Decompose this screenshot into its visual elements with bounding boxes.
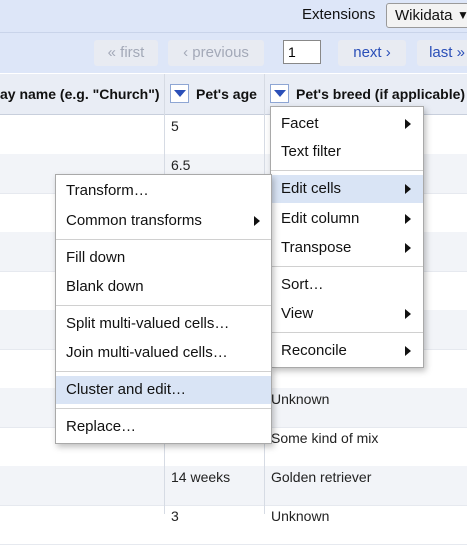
menu-item-transform[interactable]: Transform… <box>56 177 271 205</box>
extensions-label: Extensions <box>302 6 376 23</box>
menu-separator <box>271 266 423 267</box>
menu-item-view[interactable]: View <box>271 300 423 328</box>
menu-item-label: Text filter <box>281 143 342 160</box>
submenu-arrow-icon <box>405 243 411 253</box>
column-dropdown-button-age[interactable] <box>170 84 189 103</box>
age-cell: 14 weeks <box>171 469 231 485</box>
menu-item-label: Blank down <box>66 278 144 295</box>
column-header-pets-age: Pet's age <box>196 86 257 102</box>
edit-cells-submenu: Transform… Common transforms Fill down B… <box>55 174 272 444</box>
submenu-arrow-icon <box>405 309 411 319</box>
pager-bar: « first ‹ previous next › last » <box>0 33 467 73</box>
menu-item-label: Fill down <box>66 249 126 266</box>
previous-page-button[interactable]: ‹ previous <box>168 40 264 66</box>
menu-separator <box>56 239 271 240</box>
age-cell: 3 <box>171 508 179 524</box>
submenu-arrow-icon <box>254 216 260 226</box>
menu-item-cluster-and-edit[interactable]: Cluster and edit… <box>56 376 271 404</box>
breed-cell: Golden retriever <box>271 469 372 485</box>
menu-item-label: Transform… <box>66 182 149 199</box>
menu-item-facet[interactable]: Facet <box>271 110 423 138</box>
submenu-arrow-icon <box>405 184 411 194</box>
wikidata-label: Wikidata <box>395 7 453 24</box>
last-page-button[interactable]: last » <box>417 40 467 66</box>
menu-item-label: Transpose <box>281 239 352 256</box>
breed-cell: Unknown <box>271 508 330 524</box>
menu-item-label: View <box>281 305 314 322</box>
menu-item-blank-down[interactable]: Blank down <box>56 273 271 301</box>
menu-item-text-filter[interactable]: Text filter <box>271 138 423 166</box>
menu-item-label: Cluster and edit… <box>66 381 187 398</box>
menu-separator <box>56 408 271 409</box>
submenu-arrow-icon <box>405 346 411 356</box>
menu-item-split-multi-valued[interactable]: Split multi-valued cells… <box>56 310 271 338</box>
table-row: 3 Unknown <box>0 505 467 545</box>
menu-item-reconcile[interactable]: Reconcile <box>271 337 423 365</box>
submenu-arrow-icon <box>405 214 411 224</box>
menu-item-edit-column[interactable]: Edit column <box>271 205 423 233</box>
table-row: 14 weeks Golden retriever <box>0 466 467 506</box>
menu-item-sort[interactable]: Sort… <box>271 271 423 299</box>
column-header-display-name: ay name (e.g. "Church") <box>0 86 160 102</box>
menu-item-label: Reconcile <box>281 342 347 359</box>
menu-item-join-multi-valued[interactable]: Join multi-valued cells… <box>56 339 271 367</box>
menu-item-common-transforms[interactable]: Common transforms <box>56 207 271 235</box>
chevron-down-icon: ▼ <box>457 8 467 22</box>
menu-item-replace[interactable]: Replace… <box>56 413 271 441</box>
column-dropdown-button-breed[interactable] <box>270 84 289 103</box>
next-page-button[interactable]: next › <box>338 40 406 66</box>
age-cell: 5 <box>171 118 179 134</box>
menu-item-transpose[interactable]: Transpose <box>271 234 423 262</box>
menu-item-label: Common transforms <box>66 212 202 229</box>
menu-item-label: Replace… <box>66 418 137 435</box>
menu-item-edit-cells[interactable]: Edit cells <box>271 175 423 203</box>
column-menu: Facet Text filter Edit cells Edit column… <box>270 106 424 368</box>
menu-item-fill-down[interactable]: Fill down <box>56 244 271 272</box>
menu-separator <box>56 371 271 372</box>
menu-separator <box>56 305 271 306</box>
age-cell: 6.5 <box>171 157 191 173</box>
wikidata-extension-button[interactable]: Wikidata ▼ <box>386 3 467 28</box>
top-bar: Extensions Wikidata ▼ <box>0 0 467 33</box>
submenu-arrow-icon <box>405 119 411 129</box>
breed-cell: Unknown <box>271 391 330 407</box>
menu-item-label: Join multi-valued cells… <box>66 344 228 361</box>
page-number-input[interactable] <box>283 40 321 64</box>
first-page-button[interactable]: « first <box>94 40 158 66</box>
breed-cell: Some kind of mix <box>271 430 379 446</box>
menu-item-label: Sort… <box>281 276 324 293</box>
menu-separator <box>271 170 423 171</box>
menu-item-label: Facet <box>281 115 319 132</box>
menu-item-label: Edit cells <box>281 180 342 197</box>
menu-item-label: Edit column <box>281 210 360 227</box>
menu-item-label: Split multi-valued cells… <box>66 315 230 332</box>
menu-separator <box>271 332 423 333</box>
